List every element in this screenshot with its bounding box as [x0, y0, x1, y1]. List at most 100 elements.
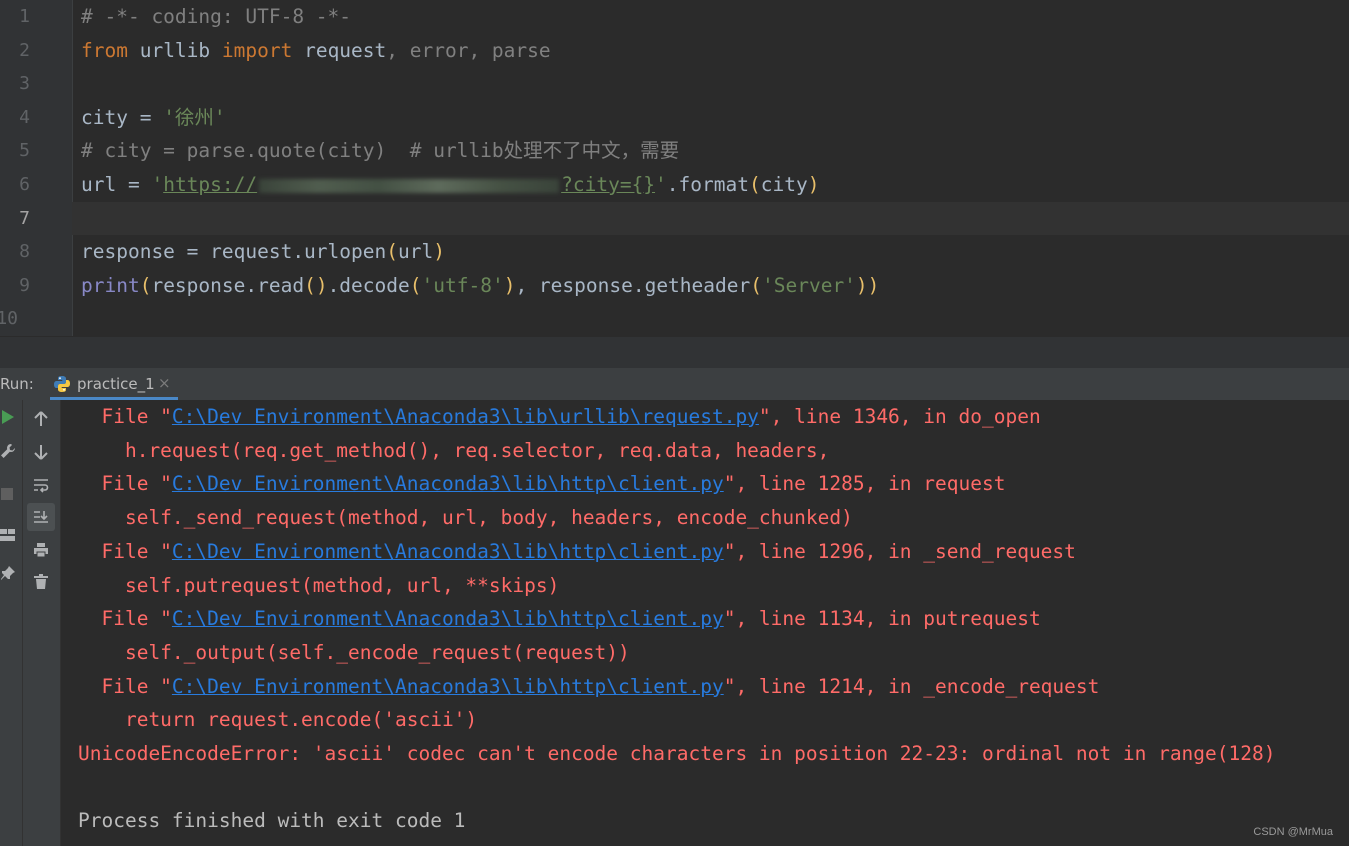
- code-fragment: , response.getheader: [515, 273, 751, 297]
- string-literal: '徐州': [163, 105, 226, 129]
- code-editor[interactable]: 1 2 3 4 5 6 7 8 9 10 # -*- coding: UTF-8…: [0, 0, 1349, 336]
- import-name: request: [292, 38, 387, 62]
- code-line-2[interactable]: from urllib import request, error, parse: [81, 34, 1349, 68]
- assignment: response = request.urlopen: [81, 240, 387, 264]
- line-number: 9: [19, 274, 30, 296]
- run-label: Run:: [0, 375, 34, 393]
- traceback-text: ", line 1296, in _send_request: [723, 539, 1076, 563]
- pin-icon[interactable]: [0, 565, 16, 585]
- line-number: 1: [19, 6, 30, 27]
- traceback-line: self._output(self._encode_request(reques…: [78, 636, 630, 670]
- line-number-current: 7: [19, 207, 30, 229]
- traceback-text: self._send_request(method, url, body, he…: [78, 506, 853, 530]
- traceback-text: ", line 1214, in _encode_request: [723, 674, 1100, 698]
- assignment: city =: [81, 105, 164, 129]
- code-fragment: response.read: [151, 273, 305, 297]
- file-link[interactable]: C:\Dev Environment\Anaconda3\lib\http\cl…: [172, 675, 724, 698]
- play-icon[interactable]: [1, 409, 15, 429]
- traceback-text: File ": [78, 539, 172, 563]
- arrow-down-icon[interactable]: [34, 444, 48, 464]
- traceback-text: ", line 1134, in putrequest: [723, 607, 1041, 631]
- assignment: url =: [81, 173, 152, 196]
- code-line-5[interactable]: # city = parse.quote(city) # urllib处理不了中…: [81, 134, 1349, 168]
- traceback-text: self._output(self._encode_request(reques…: [78, 640, 630, 664]
- run-tool-window-header: Run: practice_1 ×: [0, 368, 1349, 401]
- traceback-line: return request.encode('ascii'): [78, 703, 477, 737]
- run-toolbar-secondary: [23, 400, 61, 846]
- paren: ): [807, 173, 820, 196]
- panel-divider[interactable]: [0, 336, 1349, 369]
- string-literal: 'Server': [762, 273, 856, 297]
- scroll-to-end-icon[interactable]: [27, 503, 55, 531]
- code-comment: # city = parse.quote(city) # urllib处理不了中…: [81, 139, 680, 163]
- code-line-9[interactable]: print(response.read().decode('utf-8'), r…: [81, 269, 1349, 303]
- run-tab-practice-1[interactable]: practice_1 ×: [50, 368, 178, 400]
- line-number: 2: [19, 39, 30, 61]
- arrow-up-icon[interactable]: [34, 411, 48, 431]
- paren: (: [748, 173, 761, 196]
- builtin-print: print: [81, 273, 140, 297]
- layout-icon[interactable]: [0, 527, 16, 546]
- url-string-start[interactable]: https://: [163, 173, 257, 196]
- watermark: CSDN @MrMua: [1253, 826, 1333, 838]
- stop-icon[interactable]: [0, 486, 14, 505]
- method-call: .format: [666, 173, 749, 196]
- line-number: 5: [19, 140, 30, 162]
- traceback-line: h.request(req.get_method(), req.selector…: [78, 434, 829, 468]
- line-number-gutter[interactable]: 1 2 3 4 5 6 7 8 9 10: [0, 0, 73, 336]
- code-line-8[interactable]: response = request.urlopen(url): [81, 235, 1349, 269]
- line-number: 10: [0, 308, 18, 330]
- paren: (: [409, 273, 422, 297]
- traceback-text: h.request(req.get_method(), req.selector…: [78, 438, 830, 462]
- redacted-url: [259, 178, 560, 193]
- run-toolbar-primary: [0, 400, 23, 846]
- traceback-text: File ": [78, 405, 172, 428]
- file-link[interactable]: C:\Dev Environment\Anaconda3\lib\http\cl…: [172, 607, 724, 630]
- paren: ): [503, 273, 516, 297]
- quote: ': [655, 173, 667, 196]
- code-fragment: .decode: [327, 273, 410, 297]
- code-comment: # -*- coding: UTF-8 -*-: [81, 5, 352, 28]
- paren: )): [855, 273, 880, 297]
- print-icon[interactable]: [33, 542, 49, 562]
- line-number: 6: [19, 174, 30, 195]
- file-link[interactable]: C:\Dev Environment\Anaconda3\lib\urllib\…: [172, 405, 759, 428]
- wrench-icon[interactable]: [0, 443, 16, 463]
- close-tab-icon[interactable]: ×: [158, 374, 171, 392]
- error-text: UnicodeEncodeError: 'ascii' codec can't …: [78, 742, 1276, 765]
- trash-icon[interactable]: [34, 574, 48, 594]
- traceback-text: self.putrequest(method, url, **skips): [78, 573, 560, 597]
- traceback-line: File "C:\Dev Environment\Anaconda3\lib\h…: [78, 535, 1076, 569]
- paren: (: [750, 273, 762, 297]
- traceback-line: self._send_request(method, url, body, he…: [78, 501, 853, 535]
- paren: (): [304, 273, 328, 297]
- traceback-text: ", line 1285, in request: [723, 472, 1006, 496]
- keyword-from: from: [81, 38, 128, 62]
- code-line-6[interactable]: url = 'https://?city={}'.format(city): [81, 168, 1349, 202]
- file-link[interactable]: C:\Dev Environment\Anaconda3\lib\http\cl…: [172, 472, 724, 495]
- traceback-text: File ": [78, 472, 172, 496]
- quote: ': [151, 173, 164, 196]
- error-message: UnicodeEncodeError: 'ascii' codec can't …: [78, 737, 1275, 771]
- paren: ): [433, 240, 445, 264]
- traceback-line: File "C:\Dev Environment\Anaconda3\lib\h…: [78, 467, 1005, 501]
- code-line-1[interactable]: # -*- coding: UTF-8 -*-: [81, 0, 1349, 34]
- traceback-line: File "C:\Dev Environment\Anaconda3\lib\h…: [78, 670, 1099, 704]
- traceback-text: return request.encode('ascii'): [78, 708, 478, 732]
- line-number: 4: [19, 106, 30, 128]
- soft-wrap-icon[interactable]: [33, 477, 49, 497]
- paren: (: [386, 240, 398, 264]
- keyword-import: import: [221, 38, 293, 62]
- process-exit-message: Process finished with exit code 1: [78, 804, 465, 838]
- code-line-4[interactable]: city = '徐州': [81, 101, 1349, 135]
- run-tab-label: practice_1: [77, 375, 155, 393]
- exit-text: Process finished with exit code 1: [78, 809, 466, 833]
- paren: (: [139, 273, 152, 297]
- string-literal: 'utf-8': [421, 273, 504, 297]
- run-console-output[interactable]: File "C:\Dev Environment\Anaconda3\lib\u…: [61, 400, 1349, 846]
- traceback-text: File ": [78, 607, 172, 631]
- argument: url: [398, 240, 434, 264]
- url-string-end[interactable]: ?city={}: [561, 173, 655, 196]
- traceback-line: File "C:\Dev Environment\Anaconda3\lib\h…: [78, 602, 1041, 636]
- file-link[interactable]: C:\Dev Environment\Anaconda3\lib\http\cl…: [172, 540, 724, 563]
